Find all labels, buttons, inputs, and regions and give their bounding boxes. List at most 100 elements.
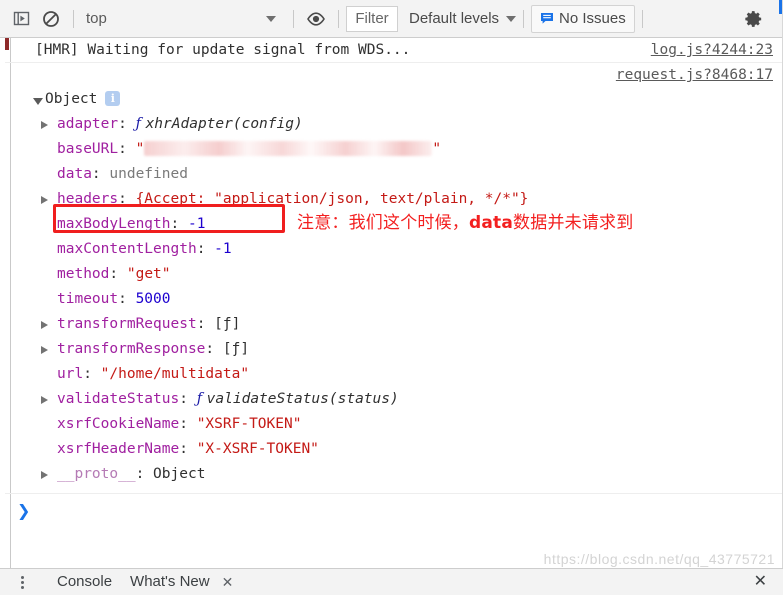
property-key: data bbox=[57, 166, 92, 182]
info-icon[interactable]: i bbox=[105, 91, 121, 106]
property-separator: : bbox=[135, 466, 154, 482]
execution-context-select[interactable]: top bbox=[81, 6, 286, 32]
property-key: validateStatus bbox=[57, 391, 180, 407]
property-value: -1 bbox=[187, 216, 206, 232]
property-separator: : bbox=[118, 116, 136, 132]
console-toolbar: top Filter Default levels No Issues bbox=[0, 0, 783, 38]
function-marker: ƒ bbox=[135, 116, 146, 132]
console-output[interactable]: [HMR] Waiting for update signal from WDS… bbox=[0, 38, 783, 568]
close-drawer-icon[interactable]: ✕ bbox=[744, 569, 777, 595]
property-key: maxContentLength bbox=[57, 241, 197, 257]
property-separator: : bbox=[179, 391, 197, 407]
property-row[interactable]: adapter: ƒ xhrAdapter(config) bbox=[35, 112, 783, 137]
property-separator: : bbox=[170, 216, 188, 232]
triangle-right-icon[interactable] bbox=[41, 196, 48, 204]
triangle-down-icon[interactable] bbox=[33, 98, 43, 105]
issues-button[interactable]: No Issues bbox=[531, 4, 635, 33]
object-root-label: Object bbox=[45, 91, 98, 107]
property-row[interactable]: __proto__: Object bbox=[35, 462, 783, 487]
property-key: xsrfCookieName bbox=[57, 416, 180, 432]
object-tree-root[interactable]: Object i bbox=[33, 87, 783, 112]
annotation-suffix: 数据并未请求到 bbox=[513, 213, 634, 233]
property-row[interactable]: baseURL: " " bbox=[35, 137, 783, 162]
left-gutter-rule bbox=[10, 38, 11, 568]
property-key: xsrfHeaderName bbox=[57, 441, 180, 457]
property-separator: : bbox=[118, 291, 136, 307]
redacted-value bbox=[144, 141, 433, 156]
annotation-bold: data bbox=[469, 213, 514, 233]
issues-icon bbox=[540, 12, 554, 25]
property-separator: : bbox=[83, 366, 101, 382]
property-value: Object bbox=[153, 466, 206, 482]
object-tree[interactable]: Object i adapter: ƒ xhrAdapter(config) ba… bbox=[5, 85, 783, 493]
property-key: timeout bbox=[57, 291, 119, 307]
property-value: [ƒ] bbox=[214, 316, 241, 332]
source-link[interactable]: log.js?4244:23 bbox=[651, 42, 773, 58]
close-tab-icon[interactable]: ✕ bbox=[216, 569, 240, 595]
property-key: headers bbox=[57, 191, 119, 207]
property-row[interactable]: validateStatus: ƒ validateStatus(status) bbox=[35, 387, 783, 412]
property-value: "XSRF-TOKEN" bbox=[196, 416, 302, 432]
property-value: "X-XSRF-TOKEN" bbox=[196, 441, 319, 457]
toolbar-divider-3 bbox=[338, 9, 339, 28]
triangle-right-icon[interactable] bbox=[41, 471, 48, 479]
gear-icon[interactable] bbox=[739, 5, 769, 33]
filter-label: Filter bbox=[355, 10, 389, 27]
toolbar-divider-1 bbox=[73, 9, 74, 28]
property-row[interactable]: xsrfCookieName: "XSRF-TOKEN" bbox=[35, 412, 783, 437]
console-message-text: [HMR] Waiting for update signal from WDS… bbox=[35, 42, 411, 58]
property-separator: : bbox=[179, 441, 197, 457]
property-value: validateStatus(status) bbox=[206, 391, 399, 407]
property-separator: : bbox=[118, 191, 136, 207]
property-key: maxBodyLength bbox=[57, 216, 171, 232]
drawer-tab-whats-new[interactable]: What's New bbox=[121, 569, 219, 595]
chevron-down-icon bbox=[506, 15, 517, 22]
triangle-right-icon[interactable] bbox=[41, 321, 48, 329]
property-row[interactable]: maxContentLength: -1 bbox=[35, 237, 783, 262]
triangle-right-icon[interactable] bbox=[41, 396, 48, 404]
property-value: undefined bbox=[109, 166, 188, 182]
filter-input[interactable]: Filter bbox=[346, 5, 398, 32]
property-row[interactable]: url: "/home/multidata" bbox=[35, 362, 783, 387]
property-row[interactable]: timeout: 5000 bbox=[35, 287, 783, 312]
property-row[interactable]: transformResponse: [ƒ] bbox=[35, 337, 783, 362]
issues-label: No Issues bbox=[559, 10, 626, 27]
triangle-right-icon[interactable] bbox=[41, 346, 48, 354]
property-row-data[interactable]: data: undefined bbox=[35, 162, 783, 187]
console-object-message[interactable]: request.js?8468:17 bbox=[5, 63, 783, 85]
triangle-right-icon[interactable] bbox=[41, 121, 48, 129]
console-message[interactable]: [HMR] Waiting for update signal from WDS… bbox=[5, 38, 783, 63]
property-separator: : bbox=[118, 141, 136, 157]
property-value: 5000 bbox=[135, 291, 171, 307]
drawer-tab-console[interactable]: Console bbox=[48, 569, 121, 595]
property-separator: : bbox=[109, 266, 127, 282]
annotation-prefix: 注意：我们这个时候， bbox=[297, 213, 469, 233]
property-key: url bbox=[57, 366, 84, 382]
annotation-text: 注意：我们这个时候，data数据并未请求到 bbox=[297, 208, 633, 233]
more-options-icon[interactable] bbox=[12, 575, 32, 589]
console-prompt[interactable]: ❯ bbox=[5, 493, 783, 520]
chevron-down-icon bbox=[266, 15, 276, 22]
eye-icon[interactable] bbox=[301, 5, 331, 33]
property-separator: : bbox=[196, 241, 215, 257]
property-key: __proto__ bbox=[57, 466, 136, 482]
toolbar-divider-5 bbox=[641, 9, 643, 28]
property-row[interactable]: method: "get" bbox=[35, 262, 783, 287]
execution-context-value: top bbox=[86, 10, 107, 27]
sidebar-toggle-icon[interactable] bbox=[6, 5, 36, 33]
drawer-tab-bar: Console What's New ✕ ✕ bbox=[0, 568, 783, 595]
log-levels-select[interactable]: Default levels bbox=[409, 10, 517, 27]
prompt-chevron-icon: ❯ bbox=[17, 501, 31, 520]
property-separator: : bbox=[205, 341, 223, 357]
source-link[interactable]: request.js?8468:17 bbox=[616, 67, 773, 83]
property-value: [ƒ] bbox=[222, 341, 250, 357]
property-value: "get" bbox=[126, 266, 171, 282]
property-row[interactable]: xsrfHeaderName: "X-XSRF-TOKEN" bbox=[35, 437, 783, 462]
property-value: xhrAdapter(config) bbox=[145, 116, 303, 132]
quote-close: " bbox=[432, 141, 442, 157]
property-separator: : bbox=[91, 166, 110, 182]
property-value: "/home/multidata" bbox=[100, 366, 250, 382]
property-row[interactable]: transformRequest: [ƒ] bbox=[35, 312, 783, 337]
clear-console-icon[interactable] bbox=[36, 5, 66, 33]
property-value: {Accept: "application/json, text/plain, … bbox=[135, 191, 529, 207]
